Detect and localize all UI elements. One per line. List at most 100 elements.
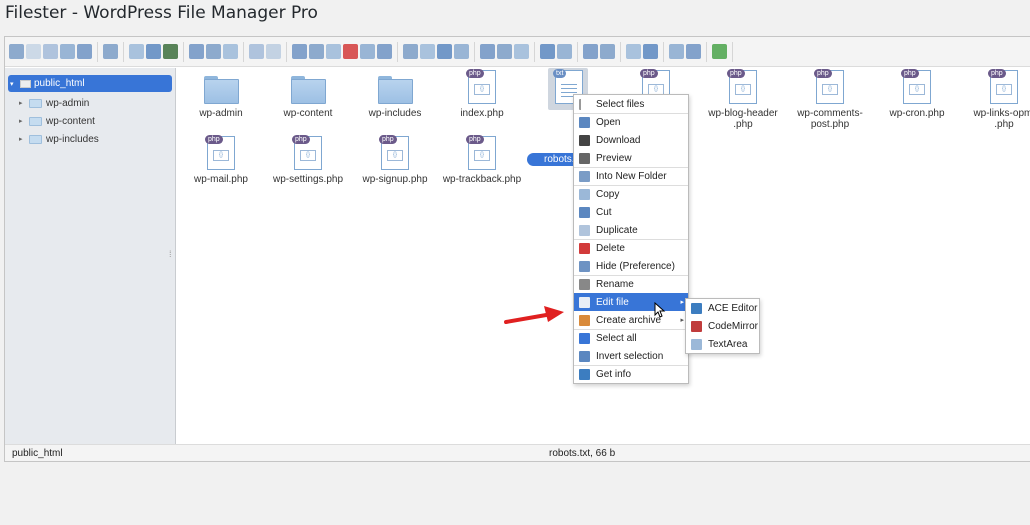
tree-item-wp-admin[interactable]: ▸ wp-admin	[19, 95, 89, 111]
folder-icon	[29, 134, 42, 144]
open-icon[interactable]	[189, 44, 204, 59]
tree-item-wp-includes[interactable]: ▸ wp-includes	[19, 131, 99, 147]
status-selection: robots.txt, 66 b	[549, 448, 616, 459]
select-all-icon[interactable]	[480, 44, 495, 59]
hide-icon[interactable]	[377, 44, 392, 59]
menu-item-label: Hide (Preference)	[596, 260, 675, 272]
redo-icon[interactable]	[266, 44, 281, 59]
help-icon[interactable]	[686, 44, 701, 59]
up-icon[interactable]	[60, 44, 75, 59]
menu-item-hide-preference[interactable]: Hide (Preference)	[574, 257, 688, 275]
rename-icon	[579, 279, 590, 290]
duplicate-icon[interactable]	[403, 44, 418, 59]
select-icon[interactable]	[223, 44, 238, 59]
menu-item-select-all[interactable]: Select all	[574, 329, 688, 347]
sort-icon[interactable]	[643, 44, 658, 59]
file-item[interactable]: php{} wp-settings.php	[265, 134, 351, 185]
menu-item-download[interactable]: Download	[574, 131, 688, 149]
chevron-right-icon[interactable]: ▸	[19, 99, 29, 107]
menu-item-create-archive[interactable]: Create archive ▸	[574, 311, 688, 329]
resize-icon[interactable]	[454, 44, 469, 59]
menu-item-label: Select files	[596, 98, 645, 110]
back-icon[interactable]	[26, 44, 41, 59]
submenu-item-textarea[interactable]: TextArea	[686, 335, 759, 353]
netmount-icon[interactable]	[103, 44, 118, 59]
copy-icon[interactable]	[292, 44, 307, 59]
cut-icon[interactable]	[309, 44, 324, 59]
save-icon[interactable]	[163, 44, 178, 59]
archive-icon[interactable]	[583, 44, 598, 59]
view-list-icon[interactable]	[626, 44, 641, 59]
chevron-right-icon[interactable]: ▸	[19, 135, 29, 143]
menu-item-preview[interactable]: Preview	[574, 149, 688, 167]
menu-item-open[interactable]: Open	[574, 113, 688, 131]
reload-icon[interactable]	[77, 44, 92, 59]
toolbar-group	[9, 41, 98, 62]
tree-item-wp-content[interactable]: ▸ wp-content	[19, 113, 95, 129]
upload-icon[interactable]	[129, 44, 144, 59]
menu-item-delete[interactable]: Delete	[574, 239, 688, 257]
file-item[interactable]: php{} wp-cron.php	[874, 68, 960, 119]
menu-item-get-info[interactable]: Get info	[574, 365, 688, 383]
chevron-right-icon[interactable]: ▸	[19, 117, 29, 125]
menu-item-copy[interactable]: Copy	[574, 185, 688, 203]
menu-item-duplicate[interactable]: Duplicate	[574, 221, 688, 239]
folder-icon	[290, 76, 326, 104]
file-item[interactable]: php{} wp-trackback.php	[439, 134, 525, 185]
download-icon[interactable]	[146, 44, 161, 59]
menu-item-label: Select all	[596, 333, 637, 344]
preview-icon[interactable]	[540, 44, 555, 59]
menu-item-label: Preview	[596, 152, 632, 164]
info-icon	[579, 369, 590, 380]
undo-icon[interactable]	[249, 44, 264, 59]
sidebar-resize-handle[interactable]: ⁞	[169, 249, 172, 259]
save-as-icon[interactable]	[206, 44, 221, 59]
forward-icon[interactable]	[43, 44, 58, 59]
archive-icon	[579, 314, 590, 326]
tree-root-public-html[interactable]: ▾ public_html	[8, 75, 172, 92]
edit-file-submenu: ACE Editor CodeMirror TextArea	[685, 298, 760, 354]
home-icon[interactable]	[9, 44, 24, 59]
menu-item-edit-file[interactable]: Edit file ▸	[574, 293, 688, 311]
preferences-icon[interactable]	[669, 44, 684, 59]
menu-item-label: Download	[596, 134, 641, 146]
empty-icon[interactable]	[360, 44, 375, 59]
submenu-item-ace-editor[interactable]: ACE Editor	[686, 299, 759, 317]
php-file-icon: php{}	[727, 69, 757, 104]
chevron-down-icon[interactable]: ▾	[10, 80, 20, 88]
rename-icon[interactable]	[420, 44, 435, 59]
folder-item[interactable]: wp-includes	[352, 68, 438, 119]
file-item[interactable]: php{} index.php	[439, 68, 525, 119]
menu-item-cut[interactable]: Cut	[574, 203, 688, 221]
delete-icon[interactable]	[343, 44, 358, 59]
invert-icon[interactable]	[497, 44, 512, 59]
file-item[interactable]: php{} wp-mail.php	[178, 134, 264, 185]
folder-item[interactable]: wp-admin	[178, 68, 264, 119]
file-item[interactable]: php{} wp-blog-header .php	[700, 68, 786, 130]
fullscreen-icon[interactable]	[712, 44, 727, 59]
folder-item[interactable]: wp-content	[265, 68, 351, 119]
submenu-item-codemirror[interactable]: CodeMirror	[686, 317, 759, 335]
file-type-badge: php	[379, 135, 397, 144]
menu-item-into-new-folder[interactable]: Into New Folder	[574, 167, 688, 185]
file-item[interactable]: php{} wp-comments-post.php	[787, 68, 873, 130]
info-icon[interactable]	[557, 44, 572, 59]
paste-icon[interactable]	[326, 44, 341, 59]
menu-item-select-files[interactable]: Select files	[574, 95, 688, 113]
file-item[interactable]: php{} wp-signup.php	[352, 134, 438, 185]
menu-item-label: Invert selection	[596, 350, 664, 362]
tree-item-label: wp-admin	[46, 97, 90, 109]
menu-item-label: Open	[596, 117, 621, 128]
menu-item-label: ACE Editor	[708, 302, 758, 314]
toolbar-group	[669, 41, 707, 62]
extract-icon[interactable]	[600, 44, 615, 59]
file-type-badge: php	[205, 135, 223, 144]
menu-item-invert-selection[interactable]: Invert selection	[574, 347, 688, 365]
cloud-icon	[691, 302, 702, 314]
menu-item-rename[interactable]: Rename	[574, 275, 688, 293]
file-item[interactable]: php{} wp-links-opml .php	[961, 68, 1030, 130]
file-name: wp-blog-header .php	[708, 108, 778, 130]
edit-icon[interactable]	[437, 44, 452, 59]
file-name: index.php	[460, 108, 504, 119]
deselect-icon[interactable]	[514, 44, 529, 59]
